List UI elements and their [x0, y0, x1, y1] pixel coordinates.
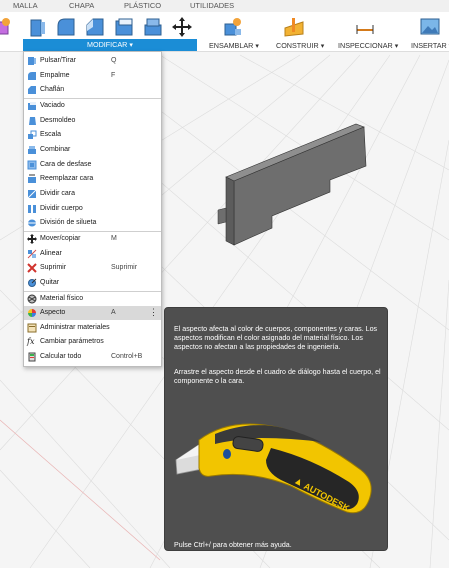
combine-icon [28, 146, 36, 154]
menu-item-label: Reemplazar cara [40, 175, 94, 182]
menu-item-split-body[interactable]: Dividir cuerpo [24, 202, 161, 216]
menu-item-offset-face[interactable]: Cara de desfase [24, 158, 161, 172]
menu-item-compute-all[interactable]: Calcular todo Control+B [24, 350, 161, 364]
menu-item-shortcut: Control+B [111, 353, 143, 360]
tab-plastico[interactable]: PLÁSTICO [124, 1, 161, 10]
menu-item-physical-material[interactable]: Material físico [24, 292, 161, 306]
menu-item-scale[interactable]: Escala [24, 128, 161, 142]
push-pull-icon [28, 57, 36, 65]
fillet-icon [28, 72, 36, 80]
assemble-menu-button[interactable]: ENSAMBLAR ▾ [209, 41, 259, 50]
insert-tool-icon[interactable] [419, 16, 441, 38]
tab-malla[interactable]: MALLA [13, 1, 38, 10]
menu-item-label: Aspecto [40, 309, 66, 316]
manage-materials-icon [27, 323, 37, 333]
menu-item-change-parameters[interactable]: fx Cambiar parámetros [24, 335, 161, 349]
align-icon [27, 249, 37, 259]
utility-knife-image: ▲ AUTODESK [175, 423, 372, 514]
menu-item-combine[interactable]: Combinar [24, 143, 161, 157]
shell-tool-icon[interactable] [113, 16, 135, 38]
offset-face-icon [27, 160, 37, 170]
silhouette-split-icon [28, 219, 36, 227]
more-options-icon[interactable]: ⋮ [149, 308, 158, 317]
menu-item-push-pull[interactable]: Pulsar/Tirar Q [24, 54, 161, 68]
menu-item-shortcut: F [111, 72, 116, 79]
workspace-tabs: MALLA CHAPA PLÁSTICO UTILIDADES [0, 0, 449, 12]
inspect-tool-icon[interactable] [354, 16, 376, 38]
menu-item-label: División de silueta [40, 219, 97, 226]
menu-item-label: Quitar [40, 279, 60, 286]
tooltip-description: El aspecto afecta al color de cuerpos, c… [174, 325, 378, 352]
scale-icon [28, 130, 37, 139]
menu-item-label: Calcular todo [40, 353, 82, 360]
insert-menu-button[interactable]: INSERTAR ▾ [411, 41, 449, 50]
menu-item-appearance[interactable]: Aspecto A ⋮ [24, 306, 161, 320]
menu-item-label: Dividir cuerpo [40, 205, 83, 212]
construct-menu-button[interactable]: CONSTRUIR ▾ [276, 41, 324, 50]
menu-item-draft[interactable]: Desmoldeo [24, 114, 161, 128]
move-tool-icon[interactable] [171, 16, 193, 38]
menu-item-shortcut: A [111, 309, 116, 316]
delete-icon [27, 263, 37, 273]
menu-item-label: Dividir cara [40, 190, 76, 197]
menu-item-label: Material físico [40, 295, 84, 302]
modify-dropdown-menu: Pulsar/Tirar Q Empalme F Chaflán Vaciado… [23, 51, 162, 367]
menu-item-manage-materials[interactable]: Administrar materiales [24, 321, 161, 335]
remove-icon [28, 278, 37, 287]
menu-item-label: Cambiar parámetros [40, 338, 104, 345]
menu-item-label: Administrar materiales [40, 324, 110, 331]
tab-chapa[interactable]: CHAPA [69, 1, 94, 10]
menu-item-move-copy[interactable]: Mover/copiar M [24, 232, 161, 246]
menu-item-split-face[interactable]: Dividir cara [24, 187, 161, 201]
move-icon [27, 234, 37, 244]
menu-item-chamfer[interactable]: Chaflán [24, 83, 161, 97]
inspect-menu-button[interactable]: INSPECCIONAR ▾ [338, 41, 398, 50]
menu-item-label: Suprimir [40, 264, 67, 271]
chamfer-tool-icon[interactable] [84, 16, 106, 38]
menu-item-replace-face[interactable]: Reemplazar cara [24, 172, 161, 186]
menu-item-label: Escala [40, 131, 62, 138]
appearance-tooltip: El aspecto afecta al color de cuerpos, c… [164, 307, 388, 551]
split-body-icon [28, 205, 36, 213]
menu-item-label: Combinar [40, 146, 71, 153]
physical-material-icon [27, 294, 37, 304]
push-pull-tool-icon[interactable] [27, 16, 49, 38]
fillet-tool-icon[interactable] [55, 16, 77, 38]
tab-utilidades[interactable]: UTILIDADES [190, 1, 234, 10]
menu-item-shortcut: Q [111, 57, 117, 64]
menu-item-label: Desmoldeo [40, 117, 76, 124]
menu-item-label: Empalme [40, 72, 70, 79]
tooltip-instructions: Arrastre el aspecto desde el cuadro de d… [174, 368, 381, 386]
construct-tool-icon[interactable] [283, 16, 305, 38]
menu-item-label: Pulsar/Tirar [40, 57, 76, 64]
menu-item-align[interactable]: Alinear [24, 247, 161, 261]
menu-item-shell[interactable]: Vaciado [24, 99, 161, 113]
split-face-icon [27, 189, 37, 199]
create-icon[interactable] [0, 16, 12, 38]
menu-item-label: Cara de desfase [40, 161, 92, 168]
menu-item-shortcut: M [111, 235, 117, 242]
menu-item-silhouette-split[interactable]: División de silueta [24, 216, 161, 230]
menu-item-remove[interactable]: Quitar [24, 276, 161, 290]
menu-item-shortcut: Suprimir [111, 264, 138, 271]
menu-item-label: Mover/copiar [40, 235, 81, 242]
modify-menu-button[interactable]: MODIFICAR ▾ [23, 39, 197, 51]
assemble-tool-icon[interactable] [222, 16, 244, 38]
combine-tool-icon[interactable] [142, 16, 164, 38]
parameters-icon: fx [27, 337, 35, 346]
chamfer-icon [28, 86, 36, 94]
draft-icon [29, 117, 36, 125]
menu-item-label: Chaflán [40, 86, 65, 93]
menu-item-label: Vaciado [40, 102, 65, 109]
menu-item-label: Alinear [40, 250, 62, 257]
menu-item-fillet[interactable]: Empalme F [24, 69, 161, 83]
shell-icon [28, 102, 36, 110]
appearance-icon [28, 309, 36, 317]
compute-all-icon [28, 352, 36, 362]
replace-face-icon [28, 174, 36, 183]
tooltip-footer: Pulse Ctrl+/ para obtener más ayuda. [174, 541, 292, 549]
menu-item-delete[interactable]: Suprimir Suprimir [24, 261, 161, 275]
